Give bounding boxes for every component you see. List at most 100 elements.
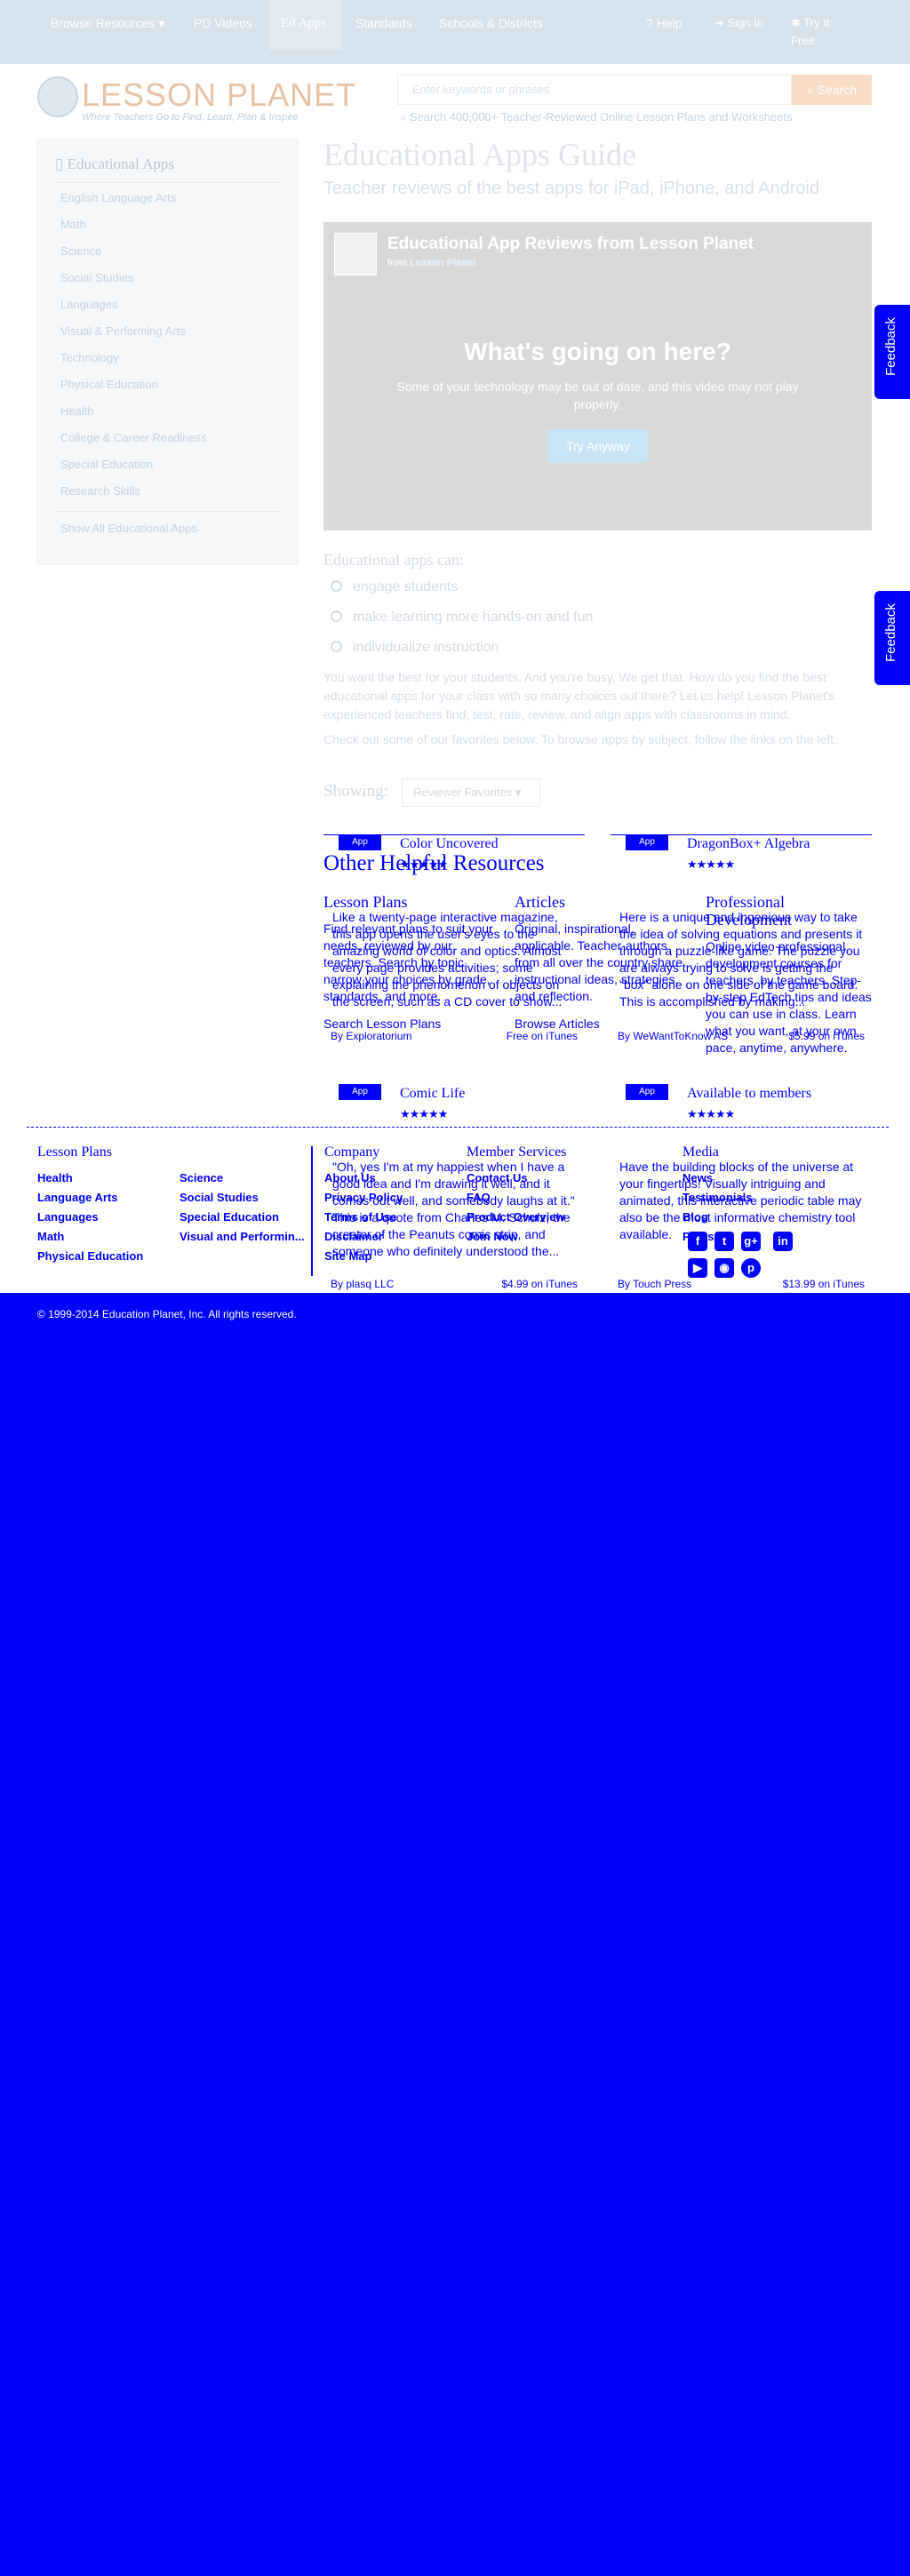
benefit-item: engage students — [331, 579, 458, 595]
sidebar-item[interactable]: Health — [60, 404, 94, 418]
nav-ed-apps[interactable]: Ed Apps — [281, 16, 326, 31]
footer-link[interactable]: Language Arts — [37, 1191, 118, 1204]
footer-heading: Member Services — [467, 1144, 567, 1160]
footer-link[interactable]: Product Overview — [467, 1210, 565, 1224]
video-warning-heading: What's going on here? — [464, 338, 731, 365]
rss-icon[interactable]: ◉ — [714, 1258, 734, 1278]
show-all-apps-link[interactable]: Show All Educational Apps — [60, 522, 197, 535]
feedback-tab[interactable]: Feedback — [874, 591, 910, 685]
video-channel-icon — [334, 233, 377, 275]
sidebar-item[interactable]: Special Education — [60, 458, 153, 471]
search-input[interactable]: Enter keywords or phrases — [397, 75, 792, 105]
twitter-icon[interactable]: t — [714, 1232, 734, 1251]
video-byline-link[interactable]: Lesson Planet — [410, 258, 476, 268]
page-title: Educational Apps Guide — [323, 137, 636, 172]
site-header: LESSON PLANET Where Teachers Go to Find,… — [0, 64, 910, 135]
footer-link[interactable]: Visual and Performin... — [180, 1230, 305, 1243]
video-player[interactable]: Educational App Reviews from Lesson Plan… — [323, 222, 872, 530]
sidebar-item[interactable]: Math — [60, 218, 86, 231]
footer-heading: Lesson Plans — [37, 1144, 112, 1160]
app-badge: App — [626, 834, 668, 850]
nav-browse-resources[interactable]: Browse Resources ▾ — [51, 16, 164, 31]
footer-link[interactable]: Blog — [682, 1210, 708, 1224]
footer-link[interactable]: Special Education — [180, 1210, 279, 1224]
footer-link[interactable]: FAQ — [467, 1191, 491, 1204]
resources-heading: Other Helpful Resources — [323, 851, 545, 875]
search-icon: ⌕ — [400, 110, 407, 124]
footer-link[interactable]: Languages — [37, 1210, 99, 1224]
video-title[interactable]: Educational App Reviews from Lesson Plan… — [387, 235, 754, 254]
footer-link[interactable]: News — [682, 1171, 713, 1184]
google-plus-icon[interactable]: g+ — [741, 1232, 761, 1251]
sign-in-link[interactable]: ➜ Sign In — [714, 14, 768, 32]
footer-link[interactable]: Privacy Policy — [324, 1191, 403, 1204]
sidebar-item[interactable]: Physical Education — [60, 378, 158, 391]
footer-link[interactable]: Join Now — [467, 1230, 518, 1243]
sign-in-icon: ➜ — [714, 16, 724, 29]
try-anyway-button[interactable]: Try Anyway — [547, 429, 649, 463]
app-badge: App — [339, 1084, 381, 1100]
footer-link[interactable]: Social Studies — [180, 1191, 259, 1204]
check-circle-icon — [331, 610, 342, 622]
globe-logo-icon[interactable] — [37, 76, 78, 117]
nav-standards[interactable]: Standards — [355, 16, 412, 30]
app-title[interactable]: Comic Life — [400, 1086, 465, 1102]
sidebar-item[interactable]: Research Skills — [60, 484, 140, 498]
sidebar-item[interactable]: English Language Arts — [60, 191, 176, 204]
footer-link[interactable]: Health — [37, 1171, 73, 1184]
footer-link[interactable]: Terms of Use — [324, 1210, 396, 1224]
app-title[interactable]: Color Uncovered — [400, 836, 499, 852]
footer-link[interactable]: Site Map — [324, 1249, 371, 1263]
browse-paragraph: Check out some of our favorites below. T… — [323, 732, 837, 746]
search-icon: ⌕ — [806, 83, 814, 97]
app-price[interactable]: $4.99 on iTunes — [501, 1278, 578, 1290]
site-logo[interactable]: LESSON PLANET — [82, 76, 356, 114]
benefit-item: individualize instruction — [331, 640, 499, 656]
footer-link[interactable]: Math — [37, 1230, 64, 1243]
youtube-icon[interactable]: ▶ — [688, 1258, 707, 1278]
footer-vertical-divider — [311, 1146, 313, 1276]
pinterest-icon[interactable]: p — [741, 1258, 761, 1278]
page-subtitle: Teacher reviews of the best apps for iPa… — [323, 179, 820, 198]
sidebar-item[interactable]: Social Studies — [60, 271, 133, 284]
nav-schools-districts[interactable]: Schools & Districts — [439, 16, 543, 30]
sidebar-item[interactable]: Science — [60, 244, 101, 258]
help-link[interactable]: ? Help — [646, 16, 682, 30]
resource-title: Professional Development — [706, 893, 792, 929]
footer-link[interactable]: Disclaimer — [324, 1230, 383, 1243]
sidebar-item[interactable]: Languages — [60, 298, 117, 311]
feedback-tab[interactable]: Feedback — [874, 305, 910, 399]
nav-pd-videos[interactable]: PD Videos — [194, 16, 252, 30]
intro-paragraph: You want the best for your students. And… — [323, 670, 835, 722]
star-rating: ★★★★★ — [400, 1107, 448, 1121]
footer-link[interactable]: Physical Education — [37, 1249, 143, 1263]
facebook-icon[interactable]: f — [688, 1232, 707, 1251]
footer-link[interactable]: Contact Us — [467, 1171, 528, 1184]
footer-link[interactable]: About Us — [324, 1171, 376, 1184]
app-price[interactable]: $13.99 on iTunes — [783, 1278, 865, 1290]
app-title[interactable]: DragonBox+ Algebra — [687, 836, 810, 852]
benefit-item: make learning more hands-on and fun — [331, 610, 593, 626]
sidebar-item[interactable]: Visual & Performing Arts — [60, 324, 186, 338]
tablet-icon: ▯ — [55, 156, 64, 172]
footer-link[interactable]: Testimonials — [682, 1191, 753, 1204]
search-lesson-plans-link[interactable]: Search Lesson Plans — [323, 1017, 441, 1031]
resource-description: Find relevant plans to suit your needs, … — [323, 921, 493, 1003]
sidebar-divider — [55, 511, 280, 512]
resource-description: Original, inspirational, applicable. Tea… — [515, 921, 683, 1003]
sidebar-item[interactable]: College & Career Readiness — [60, 431, 207, 444]
search-button[interactable]: ⌕ Search — [792, 75, 872, 105]
sidebar-divider — [55, 182, 280, 183]
showing-dropdown[interactable]: Reviewer Favorites ▾ — [402, 778, 540, 807]
app-title[interactable]: Available to members — [687, 1086, 811, 1102]
footer-divider — [27, 1127, 889, 1130]
linkedin-icon[interactable]: in — [773, 1232, 793, 1251]
sidebar-item[interactable]: Technology — [60, 351, 119, 364]
browse-articles-link[interactable]: Browse Articles — [515, 1017, 600, 1031]
footer-link[interactable]: Science — [180, 1171, 223, 1184]
resource-title: Articles — [515, 893, 565, 911]
app-price[interactable]: Free on iTunes — [507, 1030, 578, 1042]
help-icon: ? — [646, 16, 653, 30]
check-circle-icon — [331, 580, 342, 592]
try-free-link[interactable]: ✱ Try It Free — [791, 14, 853, 50]
